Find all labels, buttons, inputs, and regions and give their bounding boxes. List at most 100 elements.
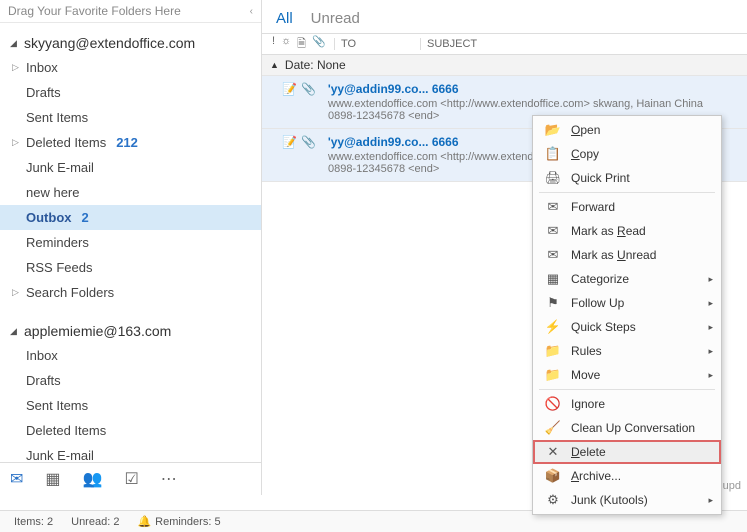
folder-inbox[interactable]: ▷Inbox	[0, 55, 261, 80]
menu-label: Categorize	[571, 272, 629, 286]
folder-deleted-items[interactable]: Deleted Items	[0, 418, 261, 443]
tasks-icon[interactable]: ☑	[124, 469, 138, 489]
folder-drafts[interactable]: Drafts	[0, 80, 261, 105]
folder-junk-e-mail[interactable]: Junk E-mail	[0, 155, 261, 180]
menu-icon: 📁	[543, 367, 563, 383]
menu-icon: ⚡	[543, 319, 563, 335]
account-header[interactable]: ◢applemiemie@163.com	[0, 319, 261, 343]
folder-rss-feeds[interactable]: RSS Feeds	[0, 255, 261, 280]
chevron-right-icon: ▸	[708, 495, 713, 506]
attachment-icon[interactable]: 📎	[312, 35, 326, 54]
menu-open[interactable]: 📂Open	[533, 118, 721, 142]
account-header[interactable]: ◢skyyang@extendoffice.com	[0, 31, 261, 55]
status-items: Items: 2	[14, 516, 53, 528]
menu-ignore[interactable]: 🚫 Ignore	[533, 392, 721, 416]
menu-separator	[539, 389, 715, 390]
group-label: Date: None	[285, 58, 346, 72]
menu-label: Rules	[571, 344, 602, 358]
menu-junk-kutools-[interactable]: ⚙ Junk (Kutools) ▸	[533, 488, 721, 512]
collapse-icon[interactable]: ‹	[250, 6, 253, 17]
menu-copy[interactable]: 📋 Copy	[533, 142, 721, 166]
menu-rules[interactable]: 📁Rules▸	[533, 339, 721, 363]
menu-label: Ignore	[571, 397, 605, 411]
importance-icon[interactable]: !	[272, 35, 275, 54]
menu-label: Move	[571, 368, 600, 382]
column-subject[interactable]: SUBJECT	[420, 38, 747, 50]
menu-label: Delete	[571, 445, 606, 459]
menu-label: Forward	[571, 200, 615, 214]
draft-icon[interactable]: 🗎	[297, 35, 306, 54]
folder-deleted-items[interactable]: ▷Deleted Items212	[0, 130, 261, 155]
folder-outbox[interactable]: Outbox2	[0, 205, 261, 230]
draft-icon: 📝	[282, 82, 297, 96]
status-unread: Unread: 2	[71, 516, 119, 528]
attachment-icon: 📎	[301, 82, 316, 96]
folder-junk-e-mail[interactable]: Junk E-mail	[0, 443, 261, 462]
calendar-icon[interactable]: ▦	[45, 469, 60, 489]
folder-search-folders[interactable]: ▷Search Folders	[0, 280, 261, 305]
folder-new-here[interactable]: new here	[0, 180, 261, 205]
menu-mark-as-unread[interactable]: ✉ Mark as Unread	[533, 243, 721, 267]
menu-forward[interactable]: ✉ Forward	[533, 195, 721, 219]
reminder-icon[interactable]: ☼	[281, 35, 291, 54]
menu-icon: 🧹	[543, 420, 563, 436]
menu-categorize[interactable]: ▦Categorize▸	[533, 267, 721, 291]
draft-icon: 📝	[282, 135, 297, 149]
menu-icon: ⚙	[543, 492, 563, 508]
folder-drafts[interactable]: Drafts	[0, 368, 261, 393]
menu-label: Copy	[571, 147, 599, 161]
menu-icon: 📋	[543, 146, 563, 162]
attachment-icon: 📎	[301, 135, 316, 149]
folder-sent-items[interactable]: Sent Items	[0, 105, 261, 130]
menu-icon: 🖨	[543, 170, 563, 186]
menu-clean-up-conversation[interactable]: 🧹 Clean Up Conversation	[533, 416, 721, 440]
favorites-hint: Drag Your Favorite Folders Here	[8, 4, 181, 18]
menu-archive-[interactable]: 📦 Archive...	[533, 464, 721, 488]
menu-quick-steps[interactable]: ⚡ Quick Steps ▸	[533, 315, 721, 339]
column-header: ! ☼ 🗎 📎 TO SUBJECT	[262, 33, 747, 55]
chevron-right-icon: ▸	[708, 322, 713, 333]
menu-icon: ✉	[543, 247, 563, 263]
menu-icon: 🚫	[543, 396, 563, 412]
message-preview: www.extendoffice.com <http://www.extendo…	[282, 98, 739, 110]
filter-bar: All Unread	[262, 0, 747, 33]
menu-icon: ⚑	[543, 295, 563, 311]
chevron-down-icon: ▲	[270, 60, 279, 70]
menu-icon: ✉	[543, 223, 563, 239]
menu-quick-print[interactable]: 🖨Quick Print	[533, 166, 721, 190]
folder-inbox[interactable]: Inbox	[0, 343, 261, 368]
folder-sent-items[interactable]: Sent Items	[0, 393, 261, 418]
menu-move[interactable]: 📁 Move ▸	[533, 363, 721, 387]
menu-label: Clean Up Conversation	[571, 421, 695, 435]
menu-delete[interactable]: ✕ Delete	[533, 440, 721, 464]
message-to: 'yy@addin99.co... 6666	[328, 135, 459, 149]
tab-all[interactable]: All	[276, 10, 293, 27]
tab-unread[interactable]: Unread	[311, 10, 360, 27]
chevron-right-icon: ▸	[708, 298, 713, 309]
menu-label: Mark as Unread	[571, 248, 656, 262]
menu-icon: 📂	[543, 122, 563, 138]
menu-label: Mark as Read	[571, 224, 646, 238]
menu-label: Junk (Kutools)	[571, 493, 648, 507]
menu-icon: ✉	[543, 199, 563, 215]
people-icon[interactable]: 👥	[83, 469, 103, 489]
chevron-right-icon: ▸	[708, 370, 713, 381]
menu-label: Follow Up	[571, 296, 624, 310]
sidebar: Drag Your Favorite Folders Here ‹ ◢skyya…	[0, 0, 262, 495]
more-icon[interactable]: ⋯	[161, 469, 177, 489]
mail-icon[interactable]: ✉	[10, 469, 23, 489]
menu-separator	[539, 192, 715, 193]
menu-icon: ✕	[543, 444, 563, 460]
menu-label: Archive...	[571, 469, 621, 483]
context-menu: 📂Open 📋 Copy 🖨Quick Print ✉ Forward ✉ Mark as R…	[532, 115, 722, 515]
folder-reminders[interactable]: Reminders	[0, 230, 261, 255]
menu-label: Quick Steps	[571, 320, 636, 334]
menu-icon: 📦	[543, 468, 563, 484]
menu-follow-up[interactable]: ⚑ Follow Up ▸	[533, 291, 721, 315]
folder-tree: ◢skyyang@extendoffice.com▷InboxDraftsSen…	[0, 23, 261, 462]
column-to[interactable]: TO	[334, 38, 420, 50]
message-to: 'yy@addin99.co... 6666	[328, 82, 459, 96]
menu-mark-as-read[interactable]: ✉ Mark as Read	[533, 219, 721, 243]
group-header[interactable]: ▲ Date: None	[262, 55, 747, 76]
nav-bar: ✉ ▦ 👥 ☑ ⋯	[0, 462, 261, 495]
